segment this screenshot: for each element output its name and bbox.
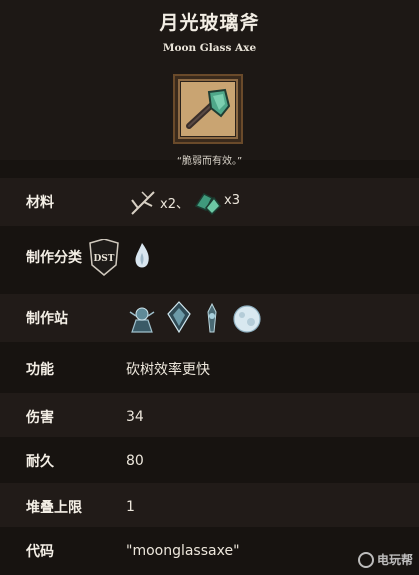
row-function: 功能 砍树效率更快 — [0, 345, 419, 393]
moon-glass-icon — [194, 193, 221, 216]
damage-value: 34 — [126, 409, 144, 425]
function-label: 功能 — [26, 362, 54, 378]
glass-count: x3 — [224, 193, 240, 208]
celestial-altar-icon[interactable] — [126, 302, 158, 336]
celestial-tribute-icon[interactable] — [202, 302, 222, 336]
watermark: 电玩帮 — [357, 551, 413, 568]
page-subtitle: Moon Glass Axe — [162, 42, 257, 54]
row-stack: 堆叠上限 1 — [0, 483, 419, 531]
svg-text:DST: DST — [93, 254, 114, 264]
item-image-frame — [173, 74, 243, 144]
code-label: 代码 — [26, 544, 54, 560]
item-quote: “脆弱而有效。” — [176, 156, 243, 167]
dst-badge-icon[interactable]: DST — [88, 239, 120, 277]
twigs-icon — [131, 191, 155, 215]
row-materials: 材料 x2、 x3 — [0, 178, 419, 226]
watermark-text: 电玩帮 — [376, 553, 413, 567]
durability-label: 耐久 — [26, 454, 54, 470]
damage-label: 伤害 — [26, 410, 54, 426]
celestial-sanctum-icon[interactable] — [164, 300, 194, 336]
row-durability: 耐久 80 — [0, 437, 419, 485]
moon-glass-axe-icon — [186, 88, 231, 129]
code-value: "moonglassaxe" — [126, 543, 240, 559]
item-header: 月光玻璃斧 Moon Glass Axe “脆弱而有效。” — [0, 0, 419, 167]
row-code: 代码 "moonglassaxe" — [0, 527, 419, 575]
row-category: 制作分类 DST — [0, 233, 419, 281]
category-label: 制作分类 — [26, 250, 82, 266]
celestial-flame-icon[interactable] — [130, 241, 154, 273]
stack-label: 堆叠上限 — [26, 500, 82, 516]
moon-orb-icon[interactable] — [232, 304, 262, 334]
row-station: 制作站 — [0, 294, 419, 342]
function-value: 砍树效率更快 — [126, 362, 210, 378]
twigs-count: x2、 — [160, 197, 189, 212]
stack-value: 1 — [126, 499, 135, 515]
watermark-logo-icon — [357, 551, 374, 568]
station-label: 制作站 — [26, 311, 68, 327]
durability-value: 80 — [126, 453, 144, 469]
materials-label: 材料 — [26, 195, 54, 211]
page-title: 月光玻璃斧 — [159, 12, 260, 34]
item-page: 月光玻璃斧 Moon Glass Axe “脆弱而有效。” 材料 x2、 x3 … — [0, 0, 419, 575]
row-damage: 伤害 34 — [0, 393, 419, 441]
